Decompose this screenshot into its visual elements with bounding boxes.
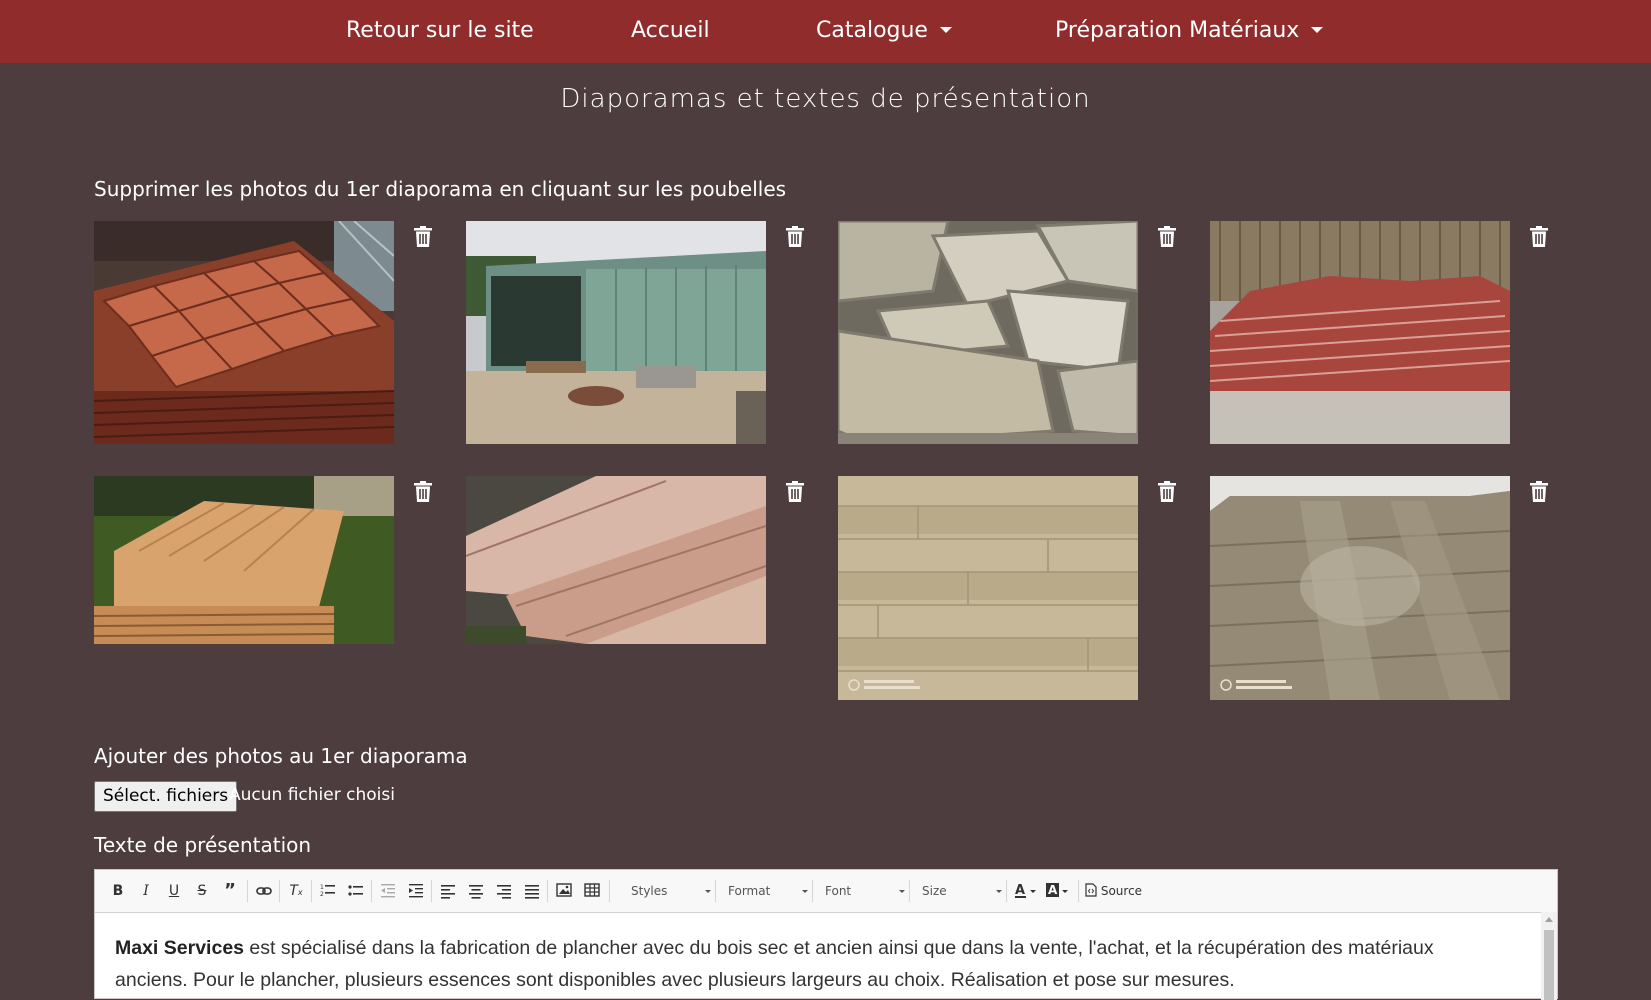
align-right-icon[interactable]	[493, 881, 515, 901]
toolbar-separator	[547, 880, 548, 902]
underline-icon[interactable]: U	[163, 881, 185, 901]
nav-link-label: Catalogue	[816, 18, 928, 43]
text-color-icon[interactable]: A	[1013, 881, 1041, 901]
slideshow-photo	[94, 476, 394, 644]
format-dropdown-label: Format	[728, 884, 771, 898]
toolbar-separator	[609, 880, 610, 902]
toolbar-separator	[812, 880, 813, 902]
svg-text:A: A	[1048, 883, 1058, 897]
caret-down-icon	[939, 27, 952, 33]
nav-link-label: Accueil	[631, 18, 710, 43]
toolbar-separator	[371, 880, 372, 902]
editor-content[interactable]: Maxi Services est spécialisé dans la fab…	[115, 932, 1515, 996]
nav-link-home[interactable]: Accueil	[631, 0, 710, 63]
slideshow-photo	[466, 476, 766, 644]
table-icon[interactable]	[581, 881, 603, 901]
font-dropdown-label: Font	[825, 884, 852, 898]
chevron-down-icon	[802, 890, 808, 893]
content-line-1: est spécialisé dans la fabrication de pl…	[244, 937, 1434, 959]
toolbar-separator	[909, 880, 910, 902]
link-icon[interactable]	[253, 881, 275, 901]
select-files-button[interactable]: Sélect. fichiers	[94, 781, 238, 812]
company-name: Maxi Services	[115, 937, 245, 959]
svg-text:2: 2	[320, 891, 324, 898]
page-title: Diaporamas et textes de présentation	[560, 84, 1091, 114]
background-color-icon[interactable]: A	[1045, 881, 1073, 901]
image-icon[interactable]	[553, 881, 575, 901]
align-left-icon[interactable]	[437, 881, 459, 901]
source-button[interactable]: Source	[1085, 881, 1155, 901]
trash-icon[interactable]	[1158, 226, 1176, 247]
numbered-list-icon[interactable]: 12	[317, 881, 339, 901]
toolbar-separator	[715, 880, 716, 902]
top-navbar: Retour sur le site Accueil Catalogue Pré…	[0, 0, 1651, 63]
source-icon	[1085, 883, 1097, 897]
toolbar-separator	[311, 880, 312, 902]
styles-dropdown[interactable]: Styles	[631, 881, 711, 901]
toolbar-separator	[279, 880, 280, 902]
scroll-up-arrow-icon[interactable]	[1545, 917, 1553, 922]
slideshow-photo	[466, 221, 766, 444]
chevron-down-icon	[996, 890, 1002, 893]
source-button-label: Source	[1100, 884, 1143, 898]
trash-icon[interactable]	[1530, 226, 1548, 247]
size-dropdown-label: Size	[922, 884, 947, 898]
trash-icon[interactable]	[414, 226, 432, 247]
strikethrough-icon[interactable]: S	[191, 881, 213, 901]
nav-link-label: Préparation Matériaux	[1055, 18, 1300, 43]
remove-format-icon[interactable]: Tx	[285, 881, 307, 901]
styles-dropdown-label: Styles	[631, 884, 668, 898]
align-center-icon[interactable]	[465, 881, 487, 901]
trash-icon[interactable]	[786, 226, 804, 247]
trash-icon[interactable]	[786, 481, 804, 502]
chevron-down-icon	[705, 890, 711, 893]
delete-photos-label: Supprimer les photos du 1er diaporama en…	[94, 177, 787, 201]
size-dropdown[interactable]: Size	[922, 881, 1002, 901]
bold-icon[interactable]: B	[107, 881, 129, 901]
slideshow-photo	[1210, 221, 1510, 444]
nav-link-label: Retour sur le site	[346, 18, 534, 43]
trash-icon[interactable]	[1158, 481, 1176, 502]
outdent-icon[interactable]	[377, 881, 399, 901]
toolbar-separator	[1078, 880, 1079, 902]
chevron-down-icon	[899, 890, 905, 893]
nav-dropdown-catalogue[interactable]: Catalogue	[816, 0, 952, 63]
justify-icon[interactable]	[521, 881, 543, 901]
bulleted-list-icon[interactable]	[345, 881, 367, 901]
blockquote-icon[interactable]: ”	[219, 881, 241, 901]
trash-icon[interactable]	[414, 481, 432, 502]
trash-icon[interactable]	[1530, 481, 1548, 502]
indent-icon[interactable]	[405, 881, 427, 901]
nav-link-back-to-site[interactable]: Retour sur le site	[346, 0, 534, 63]
file-status-text: Aucun fichier choisi	[229, 785, 395, 805]
toolbar-separator	[247, 880, 248, 902]
toolbar-separator	[1006, 880, 1007, 902]
font-dropdown[interactable]: Font	[825, 881, 905, 901]
svg-text:1: 1	[320, 884, 324, 891]
slideshow-photo	[838, 476, 1138, 700]
presentation-text-label: Texte de présentation	[94, 833, 312, 857]
nav-dropdown-preparation[interactable]: Préparation Matériaux	[1055, 0, 1324, 63]
italic-icon[interactable]: I	[135, 881, 157, 901]
content-line-2: anciens. Pour le plancher, plusieurs ess…	[115, 969, 1235, 991]
scrollbar-thumb[interactable]	[1544, 930, 1554, 1000]
slideshow-photo	[94, 221, 394, 444]
add-photos-label: Ajouter des photos au 1er diaporama	[94, 744, 468, 768]
svg-text:A: A	[1015, 883, 1025, 898]
caret-down-icon	[1311, 27, 1324, 33]
editor-toolbar: B I U S ” Tx 12 Styles Format Font Size …	[95, 870, 1557, 913]
rich-text-editor: B I U S ” Tx 12 Styles Format Font Size …	[94, 869, 1558, 1000]
toolbar-separator	[431, 880, 432, 902]
slideshow-photo	[1210, 476, 1510, 700]
format-dropdown[interactable]: Format	[728, 881, 808, 901]
slideshow-photo	[838, 221, 1138, 444]
